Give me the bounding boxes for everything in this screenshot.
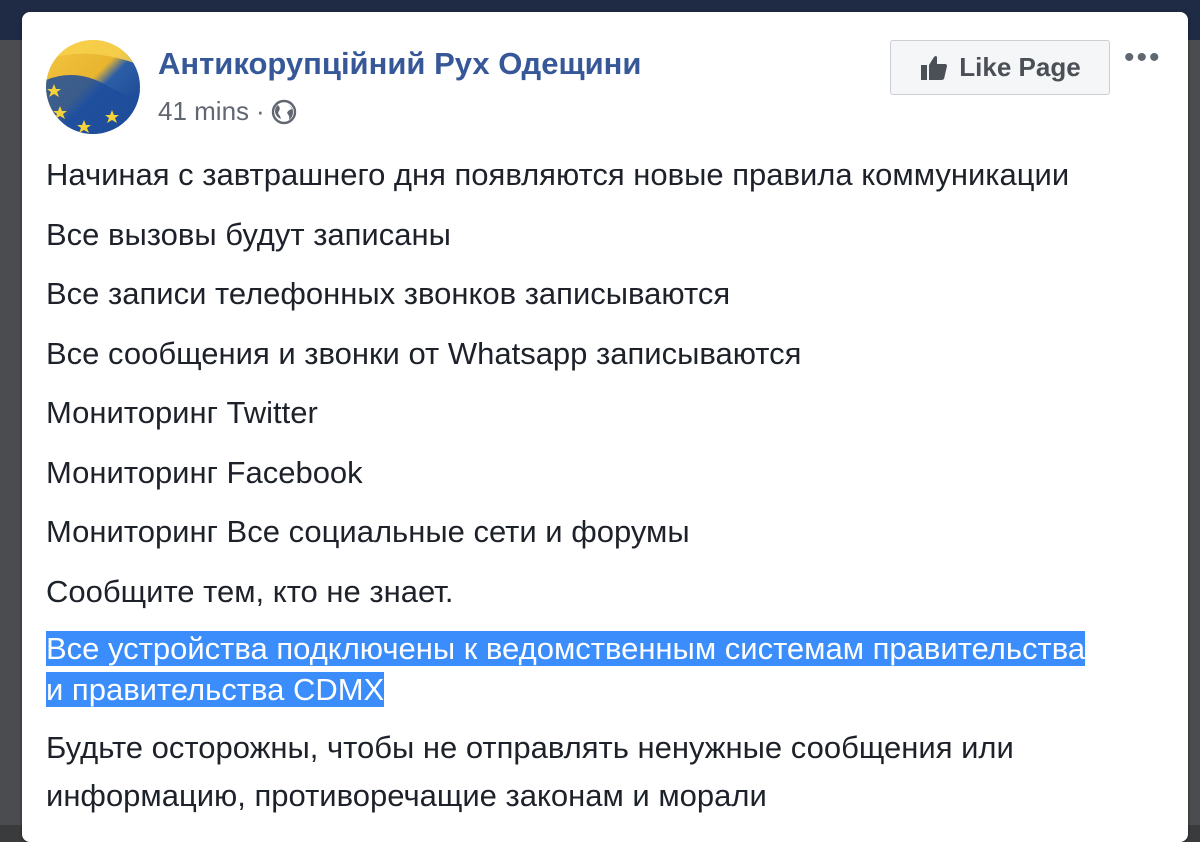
eu-flag-avatar-icon bbox=[46, 40, 140, 134]
page-name-link[interactable]: Антикорупційний Рух Одещини bbox=[158, 46, 641, 82]
like-page-label: Like Page bbox=[959, 52, 1081, 82]
selected-text-block[interactable]: Все устройства подключены к ведомственны… bbox=[46, 628, 1176, 710]
meta-separator: · bbox=[256, 96, 265, 126]
warning-line-2: информацию, противоречащие законам и мор… bbox=[46, 778, 767, 813]
post-line: Сообщите тем, кто не знает. bbox=[46, 573, 454, 609]
post-line: Все записи телефонных звонков записывают… bbox=[46, 276, 731, 311]
post-timestamp[interactable]: 41 mins bbox=[158, 96, 249, 127]
selected-text-line-2: и правительства CDMX bbox=[46, 672, 385, 707]
post-line: Все вызовы будут записаны bbox=[46, 216, 451, 252]
like-page-button[interactable]: Like Page bbox=[890, 40, 1110, 95]
globe-icon[interactable] bbox=[271, 99, 297, 125]
background-left-strip bbox=[0, 40, 22, 825]
page-avatar[interactable] bbox=[46, 40, 140, 134]
post-line: Мониторинг Facebook bbox=[46, 454, 363, 490]
post-line: Начиная с завтрашнего дня появляются нов… bbox=[46, 157, 1070, 192]
post-meta: 41 mins · bbox=[158, 96, 297, 127]
more-options-button[interactable]: ••• bbox=[1124, 43, 1162, 73]
thumbs-up-icon bbox=[921, 55, 948, 80]
post-card: Антикорупційний Рух Одещини 41 mins · Li… bbox=[22, 12, 1188, 842]
warning-line-1: Будьте осторожны, чтобы не отправлять не… bbox=[46, 730, 1014, 765]
post-line: Все сообщения и звонки от Whatsapp запис… bbox=[46, 335, 802, 371]
post-line: Мониторинг Все социальные сети и форумы bbox=[46, 514, 690, 549]
selected-text-line-1: Все устройства подключены к ведомственны… bbox=[46, 631, 1086, 666]
post-text: Начиная с завтрашнего дня появляются нов… bbox=[46, 152, 1176, 820]
post-line: Мониторинг Twitter bbox=[46, 395, 318, 430]
warning-paragraph: Будьте осторожны, чтобы не отправлять не… bbox=[46, 724, 1176, 820]
